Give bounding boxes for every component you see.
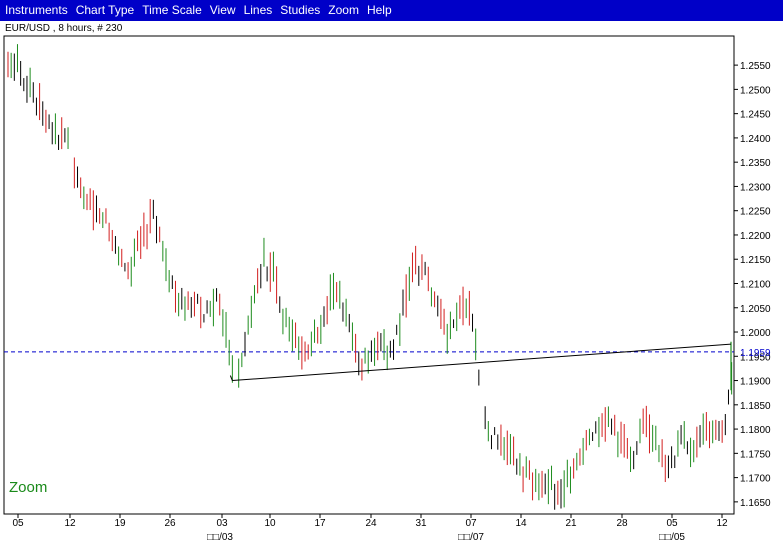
- x-tick-label: 24: [365, 518, 377, 529]
- zoom-label[interactable]: Zoom: [9, 479, 47, 496]
- price-chart[interactable]: 1.1650 1.1700 1.1750 1.1800 1.1850 1.1900 1.19…: [0, 0, 783, 547]
- x-tick-label: 31: [415, 518, 427, 529]
- x-tick-label: 05: [666, 518, 678, 529]
- x-tick-label: 14: [515, 518, 527, 529]
- y-tick-label: 1.1850: [740, 401, 771, 412]
- y-tick-label: 1.2550: [740, 61, 771, 72]
- x-tick-label: 19: [114, 518, 126, 529]
- x-tick-label: 07: [465, 518, 477, 529]
- y-tick-label: 1.2350: [740, 158, 771, 169]
- y-tick-label: 1.2300: [740, 182, 771, 193]
- x-month-label: □□/03: [207, 532, 233, 543]
- y-tick-label: 1.2450: [740, 110, 771, 121]
- y-tick-label: 1.1700: [740, 474, 771, 485]
- y-tick-label: 1.2200: [740, 231, 771, 242]
- y-tick-label: 1.1650: [740, 498, 771, 509]
- y-tick-label: 1.2100: [740, 279, 771, 290]
- y-tick-label: 1.2500: [740, 85, 771, 96]
- y-tick-label: 1.2400: [740, 134, 771, 145]
- x-month-label: □□/05: [659, 532, 685, 543]
- y-tick-label: 1.1800: [740, 425, 771, 436]
- x-month-label: □□/07: [458, 532, 484, 543]
- y-tick-label: 1.2000: [740, 328, 771, 339]
- x-tick-label: 21: [565, 518, 577, 529]
- y-tick-label: 1.2050: [740, 304, 771, 315]
- x-tick-label: 05: [12, 518, 24, 529]
- x-tick-label: 17: [314, 518, 326, 529]
- x-tick-label: 12: [716, 518, 728, 529]
- y-tick-label: 1.1750: [740, 449, 771, 460]
- x-tick-label: 26: [164, 518, 176, 529]
- x-tick-label: 12: [64, 518, 76, 529]
- current-price-label: 1.1959: [740, 348, 771, 359]
- x-tick-label: 03: [216, 518, 228, 529]
- y-tick-label: 1.2250: [740, 207, 771, 218]
- y-tick-label: 1.1900: [740, 377, 771, 388]
- chart-title: EUR/USD , 8 hours, # 230: [5, 23, 123, 34]
- y-tick-label: 1.2150: [740, 255, 771, 266]
- x-tick-label: 10: [264, 518, 276, 529]
- x-tick-label: 28: [616, 518, 628, 529]
